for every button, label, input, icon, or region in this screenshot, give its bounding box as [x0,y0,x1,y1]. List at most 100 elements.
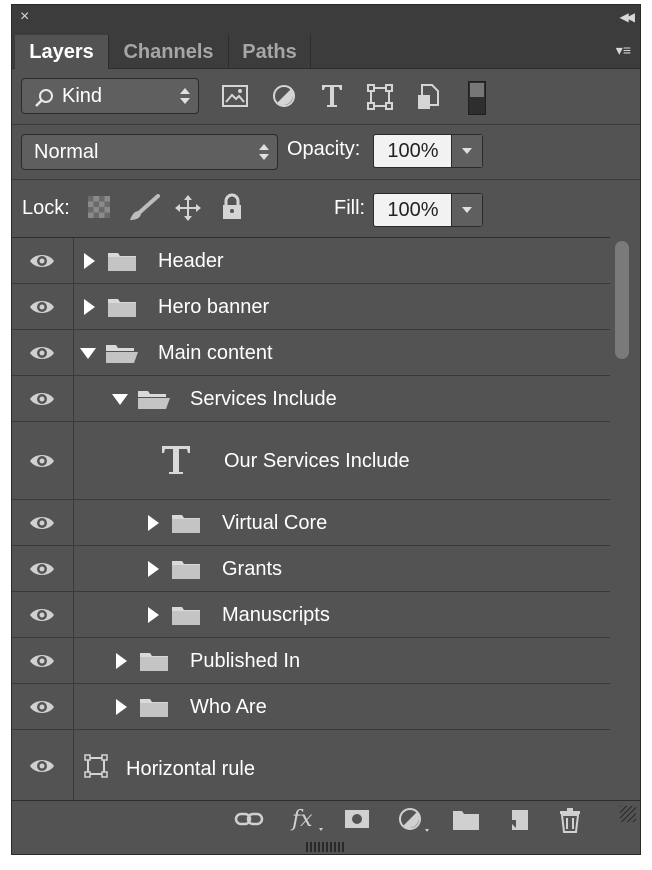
layer-name: Header [158,250,224,272]
visibility-cell[interactable] [12,376,74,421]
layer-row-manuscripts[interactable]: Manuscripts [12,592,610,638]
kind-label: Kind [62,85,103,107]
eye-icon[interactable] [29,343,55,363]
collapse-arrow-icon[interactable] [112,394,128,405]
expand-arrow-icon[interactable] [148,515,159,531]
fill-label: Fill: [334,197,366,219]
resize-handle[interactable] [620,806,636,822]
expand-arrow-icon[interactable] [116,653,127,669]
visibility-cell[interactable] [12,730,74,800]
eye-icon[interactable] [29,513,55,533]
search-icon [35,89,53,107]
layer-name: Who Are [190,696,267,718]
panel-grip[interactable] [306,842,344,852]
layer-name: Main content [158,342,273,364]
tab-channels[interactable]: Channels [109,35,229,69]
layer-row-virtual-core[interactable]: Virtual Core [12,500,610,546]
eye-icon[interactable] [29,605,55,625]
visibility-cell[interactable] [12,422,74,499]
visibility-cell[interactable] [12,500,74,545]
collapse-icon[interactable]: ◀◀ [620,8,636,26]
fx-icon[interactable]: fx [290,806,326,834]
shape-layer-filter-icon[interactable] [367,84,393,110]
eye-icon[interactable] [29,389,55,409]
close-icon[interactable]: × [20,8,29,26]
tab-paths[interactable]: Paths [229,35,311,69]
layer-name: Hero banner [158,296,270,318]
eye-icon[interactable] [29,756,55,776]
fill-field[interactable]: 100% [373,193,483,227]
smart-object-filter-icon[interactable] [416,83,440,111]
open-folder-icon [138,391,170,409]
panel-menu-icon[interactable]: ▾≡ [616,42,631,59]
opacity-input[interactable]: 100% [374,135,452,167]
layer-row-main-content[interactable]: Main content [12,330,610,376]
kind-select[interactable]: Kind [21,78,199,114]
text-layer-icon [162,446,190,474]
visibility-cell[interactable] [12,684,74,729]
type-layer-filter-icon[interactable] [320,83,344,109]
trash-icon[interactable] [558,807,582,833]
visibility-cell[interactable] [12,592,74,637]
layer-row-grants[interactable]: Grants [12,546,610,592]
layer-row-hero-banner[interactable]: Hero banner [12,284,610,330]
blend-row: Normal Opacity: 100% [12,125,640,180]
visibility-cell[interactable] [12,330,74,375]
adjustment-layer-filter-icon[interactable] [272,84,296,108]
lock-image-pixels-icon[interactable] [128,194,160,222]
eye-icon[interactable] [29,251,55,271]
lock-position-icon[interactable] [174,194,202,222]
filter-toggle-icon[interactable] [468,81,486,115]
open-folder-icon [106,345,138,363]
layer-row-header[interactable]: Header [12,238,610,284]
new-layer-icon[interactable] [506,808,530,832]
eye-icon[interactable] [29,297,55,317]
expand-arrow-icon[interactable] [84,299,95,315]
layer-row-published-in[interactable]: Published In [12,638,610,684]
visibility-cell[interactable] [12,238,74,283]
lock-transparent-pixels-icon[interactable] [88,196,110,218]
layer-row-who-are[interactable]: Who Are [12,684,610,730]
expand-arrow-icon[interactable] [84,253,95,269]
expand-arrow-icon[interactable] [148,561,159,577]
opacity-dropdown-button[interactable] [451,135,482,167]
opacity-label: Opacity: [287,138,361,160]
folder-icon [108,299,136,317]
layer-name: Grants [222,558,283,580]
link-layers-icon[interactable] [234,811,264,827]
adjustment-layer-icon[interactable] [398,807,432,835]
collapse-arrow-icon[interactable] [80,348,96,359]
layer-mask-icon[interactable] [344,809,370,829]
folder-icon [172,561,200,579]
visibility-cell[interactable] [12,284,74,329]
layer-row-our-services-include[interactable]: Our Services Include [12,422,610,500]
tab-bar: Layers Channels Paths ▾≡ [12,29,640,69]
folder-icon [140,699,168,717]
eye-icon[interactable] [29,651,55,671]
pixel-layer-filter-icon[interactable] [222,84,248,108]
new-group-icon[interactable] [452,809,480,831]
expand-arrow-icon[interactable] [116,699,127,715]
eye-icon[interactable] [29,559,55,579]
fill-dropdown-button[interactable] [451,194,482,226]
visibility-cell[interactable] [12,546,74,591]
lock-all-icon[interactable] [221,193,243,221]
panel-titlebar: × ◀◀ [12,5,640,29]
layer-row-horizontal-rule[interactable]: Horizontal rule [12,730,610,800]
eye-icon[interactable] [29,451,55,471]
scrollbar-thumb[interactable] [615,241,629,359]
layer-row-services-include[interactable]: Services Include [12,376,610,422]
tab-layers[interactable]: Layers [15,35,109,69]
layers-panel: × ◀◀ Layers Channels Paths ▾≡ Kind Norma… [11,4,641,855]
opacity-field[interactable]: 100% [373,134,483,168]
layers-list: Header Hero banner Main content Services… [12,237,610,800]
lock-label: Lock: [22,197,70,219]
visibility-cell[interactable] [12,638,74,683]
bottom-strip [12,838,640,854]
blend-mode-select[interactable]: Normal [21,134,278,170]
expand-arrow-icon[interactable] [148,607,159,623]
layer-name: Manuscripts [222,604,330,626]
eye-icon[interactable] [29,697,55,717]
layer-name: Virtual Core [222,512,328,534]
fill-input[interactable]: 100% [374,194,452,226]
